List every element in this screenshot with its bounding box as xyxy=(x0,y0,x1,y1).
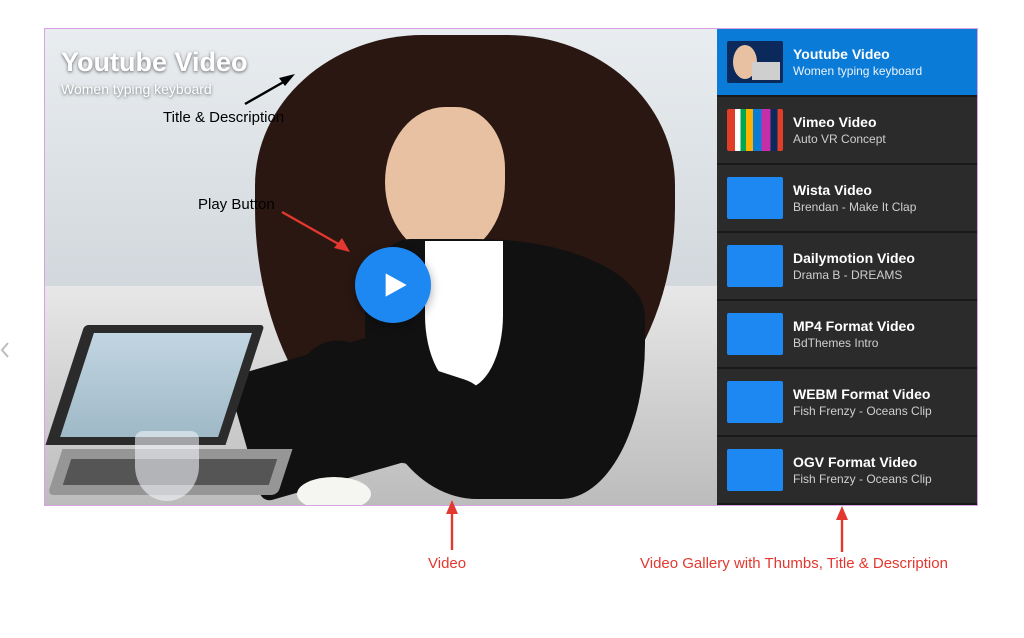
annotation-arrow xyxy=(828,506,858,556)
video-player-component: Youtube Video Women typing keyboard Yout… xyxy=(44,28,978,506)
chevron-left-icon xyxy=(0,341,10,359)
gallery-item-title: Vimeo Video xyxy=(793,114,886,130)
gallery-item[interactable]: OGV Format Video Fish Frenzy - Oceans Cli… xyxy=(717,437,977,505)
play-icon xyxy=(381,271,409,299)
annotation-gallery: Video Gallery with Thumbs, Title & Descr… xyxy=(640,555,948,572)
gallery-item[interactable]: Wista Video Brendan - Make It Clap xyxy=(717,165,977,233)
gallery-thumb xyxy=(727,313,783,355)
gallery-thumb xyxy=(727,449,783,491)
annotation-arrow xyxy=(438,500,468,556)
gallery-item-desc: Auto VR Concept xyxy=(793,132,886,146)
gallery-item-title: MP4 Format Video xyxy=(793,318,915,334)
gallery-item-desc: Women typing keyboard xyxy=(793,64,922,78)
gallery-item-desc: BdThemes Intro xyxy=(793,336,915,350)
gallery-thumb xyxy=(727,41,783,83)
video-gallery-list[interactable]: Youtube Video Women typing keyboard Vimeo … xyxy=(717,29,977,505)
gallery-item-title: Dailymotion Video xyxy=(793,250,915,266)
annotation-arrow xyxy=(278,208,358,256)
annotation-arrow xyxy=(235,74,295,110)
gallery-item-desc: Brendan - Make It Clap xyxy=(793,200,916,214)
annotation-title-desc: Title & Description xyxy=(163,109,284,126)
gallery-item-desc: Drama B - DREAMS xyxy=(793,268,915,282)
gallery-item-title: Youtube Video xyxy=(793,46,922,62)
video-title: Youtube Video xyxy=(61,47,248,78)
gallery-item-title: WEBM Format Video xyxy=(793,386,932,402)
gallery-thumb xyxy=(727,381,783,423)
page-stage: { "overlay": { "title": "Youtube Video",… xyxy=(0,0,1024,638)
gallery-item-title: Wista Video xyxy=(793,182,916,198)
gallery-item[interactable]: MP4 Format Video BdThemes Intro xyxy=(717,301,977,369)
gallery-item[interactable]: WEBM Format Video Fish Frenzy - Oceans Cl… xyxy=(717,369,977,437)
play-button[interactable] xyxy=(355,247,431,323)
gallery-item-desc: Fish Frenzy - Oceans Clip xyxy=(793,472,932,486)
annotation-play-button: Play Button xyxy=(198,196,275,213)
gallery-item[interactable]: Vimeo Video Auto VR Concept xyxy=(717,97,977,165)
main-video-area[interactable]: Youtube Video Women typing keyboard xyxy=(45,29,719,505)
gallery-item[interactable]: Youtube Video Women typing keyboard xyxy=(717,29,977,97)
annotation-video: Video xyxy=(428,555,466,572)
gallery-thumb xyxy=(727,109,783,151)
video-title-overlay: Youtube Video Women typing keyboard xyxy=(61,47,248,97)
gallery-thumb xyxy=(727,177,783,219)
gallery-item[interactable]: Dailymotion Video Drama B - DREAMS xyxy=(717,233,977,301)
gallery-item-title: OGV Format Video xyxy=(793,454,932,470)
carousel-prev-button[interactable] xyxy=(0,330,14,370)
video-subtitle: Women typing keyboard xyxy=(61,81,248,97)
gallery-item-desc: Fish Frenzy - Oceans Clip xyxy=(793,404,932,418)
gallery-thumb xyxy=(727,245,783,287)
